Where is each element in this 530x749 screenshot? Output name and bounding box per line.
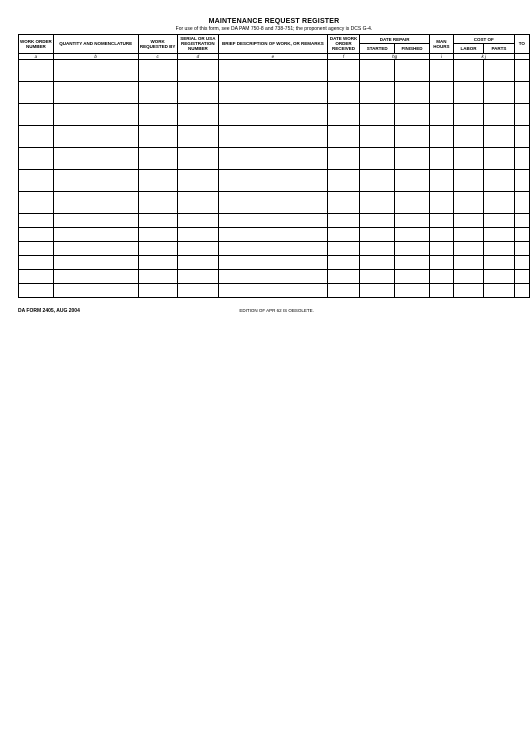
table-row bbox=[19, 241, 530, 255]
col-serial-registration: SERIAL OR USA REGISTRATION NUMBER bbox=[177, 35, 218, 54]
table-row bbox=[19, 59, 530, 81]
form-subtitle: For use of this form, see DA PAM 750-8 a… bbox=[18, 26, 530, 32]
form-title: MAINTENANCE REQUEST REGISTER bbox=[18, 18, 530, 25]
table-row bbox=[19, 147, 530, 169]
footer: DA FORM 2405, AUG 2004 EDITION OF APR 62… bbox=[18, 298, 530, 317]
col-started: STARTED bbox=[360, 44, 395, 53]
col-to: TO bbox=[514, 35, 529, 54]
col-labor: LABOR bbox=[453, 44, 483, 53]
col-date-repair: DATE REPAIR bbox=[360, 35, 430, 44]
col-work-order-number: WORK ORDER NUMBER bbox=[19, 35, 54, 54]
table-row bbox=[19, 103, 530, 125]
obsolete-note: EDITION OF APR 62 IS OBSOLETE. bbox=[239, 308, 314, 313]
table-row bbox=[19, 283, 530, 297]
col-quantity-nomenclature: QUANTITY AND NOMENCLATURE bbox=[53, 35, 138, 54]
table-row bbox=[19, 169, 530, 191]
form-sheet: MAINTENANCE REQUEST REGISTER For use of … bbox=[18, 18, 530, 317]
col-cost-of: COST OF bbox=[453, 35, 514, 44]
table-row bbox=[19, 227, 530, 241]
table-row bbox=[19, 269, 530, 283]
table-row bbox=[19, 213, 530, 227]
register-table: WORK ORDER NUMBER QUANTITY AND NOMENCLAT… bbox=[18, 34, 530, 298]
col-man-hours: MAN HOURS bbox=[429, 35, 453, 54]
col-finished: FINISHED bbox=[395, 44, 430, 53]
table-row bbox=[19, 255, 530, 269]
table-body bbox=[19, 59, 530, 297]
table-row bbox=[19, 125, 530, 147]
col-date-work-order-received: DATE WORK ORDER RECEIVED bbox=[327, 35, 360, 54]
table-row bbox=[19, 81, 530, 103]
col-work-requested-by: WORK REQUESTED BY bbox=[138, 35, 177, 54]
col-brief-description: BRIEF DESCRIPTION OF WORK, OR REMARKS bbox=[219, 35, 328, 54]
form-id: DA FORM 2405, AUG 2004 bbox=[18, 308, 80, 314]
table-row bbox=[19, 191, 530, 213]
table-head: WORK ORDER NUMBER QUANTITY AND NOMENCLAT… bbox=[19, 35, 530, 60]
col-parts: PARTS bbox=[484, 44, 514, 53]
page: MAINTENANCE REQUEST REGISTER For use of … bbox=[0, 0, 530, 749]
